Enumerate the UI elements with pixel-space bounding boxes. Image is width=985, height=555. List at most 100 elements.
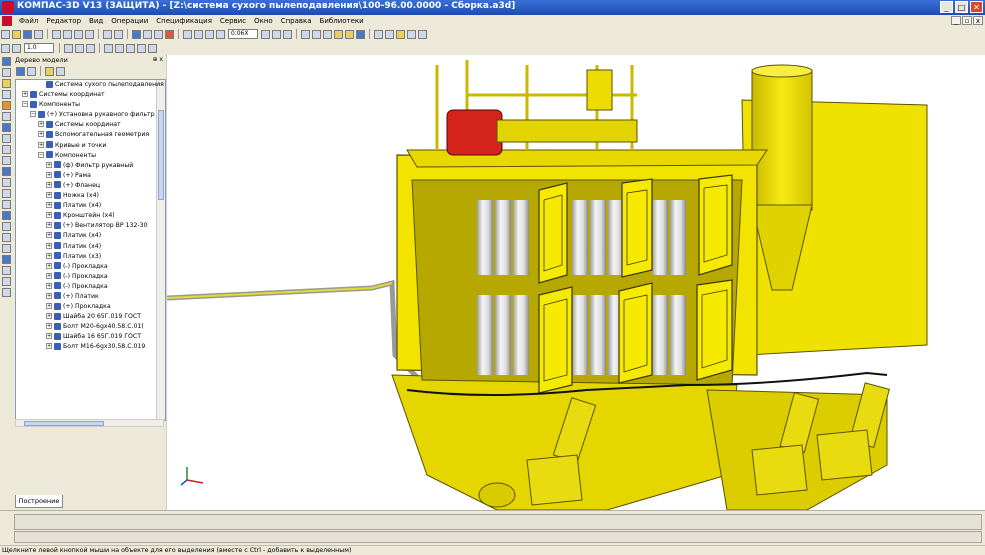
array-icon[interactable] xyxy=(2,134,11,143)
maximize-button[interactable]: □ xyxy=(955,1,968,13)
tree-item[interactable]: + (ф) Фильтр рукавный xyxy=(16,161,165,171)
tree-item[interactable]: + Платик (x4) xyxy=(16,242,165,252)
local-cs-icon[interactable] xyxy=(75,43,84,53)
redo-icon[interactable] xyxy=(114,29,123,39)
cursor-step-input[interactable]: 1.0 xyxy=(24,43,54,53)
ortho-icon[interactable] xyxy=(86,43,95,53)
expand-icon[interactable]: + xyxy=(46,232,52,239)
scroll-thumb[interactable] xyxy=(24,421,104,426)
highlight-icon[interactable] xyxy=(396,29,405,39)
panel-pin-close-icons[interactable]: ⊕ x xyxy=(153,55,164,65)
zoom-input[interactable]: 0.06X xyxy=(228,29,258,39)
preview-icon[interactable] xyxy=(52,29,61,39)
menu-specification[interactable]: Спецификация xyxy=(152,17,216,25)
tree-item[interactable]: + Вспомогательная геометрия xyxy=(16,130,165,140)
doc-minimize-button[interactable]: _ xyxy=(951,16,961,25)
selection-filter-icon[interactable] xyxy=(2,200,11,209)
tree-item[interactable]: + Ножка (x4) xyxy=(16,191,165,201)
orientation-icon[interactable] xyxy=(374,29,383,39)
menu-window[interactable]: Окно xyxy=(250,17,277,25)
menu-view[interactable]: Вид xyxy=(85,17,107,25)
expand-icon[interactable]: + xyxy=(46,292,52,299)
help-icon[interactable] xyxy=(165,29,174,39)
model-viewport[interactable] xyxy=(167,55,985,510)
menu-edit[interactable]: Редактор xyxy=(42,17,85,25)
expand-icon[interactable]: + xyxy=(46,222,52,229)
perspective-icon[interactable] xyxy=(356,29,365,39)
open-folder-icon[interactable] xyxy=(12,29,21,39)
zoom-window-icon[interactable] xyxy=(183,29,192,39)
tree-item[interactable]: + Системы координат xyxy=(16,90,165,100)
paste-icon[interactable] xyxy=(85,29,94,39)
refresh-icon[interactable] xyxy=(137,43,146,53)
expand-icon[interactable]: + xyxy=(46,202,52,209)
tools-icon[interactable] xyxy=(2,288,11,297)
tree-horizontal-scrollbar[interactable] xyxy=(15,419,164,427)
tree-item[interactable]: + (-) Прокладка xyxy=(16,262,165,272)
undo-icon[interactable] xyxy=(103,29,112,39)
tree-item[interactable]: + (+) Платик xyxy=(16,292,165,302)
grid-icon[interactable] xyxy=(1,43,10,53)
expand-icon[interactable]: + xyxy=(46,212,52,219)
spatial-curves-icon[interactable] xyxy=(2,112,11,121)
mate-icon[interactable] xyxy=(2,79,11,88)
menu-libraries[interactable]: Библиотеки xyxy=(316,17,368,25)
copy-icon[interactable] xyxy=(74,29,83,39)
doc-restore-button[interactable]: ▫ xyxy=(962,16,972,25)
expand-icon[interactable]: + xyxy=(38,141,44,148)
sheet-metal-icon[interactable] xyxy=(2,211,11,220)
thin-lines-icon[interactable] xyxy=(323,29,332,39)
snap-icon[interactable] xyxy=(64,43,73,53)
tree-item[interactable]: Система сухого пылеподавления (Тел-0 xyxy=(16,80,165,90)
shaded-icon[interactable] xyxy=(334,29,343,39)
menu-file[interactable]: Файл xyxy=(15,17,42,25)
tree-item[interactable]: + Кривые и точки xyxy=(16,141,165,151)
pan-icon[interactable] xyxy=(272,29,281,39)
document-icon[interactable] xyxy=(2,16,12,26)
tree-item[interactable]: − Компоненты xyxy=(16,151,165,161)
designations-icon[interactable] xyxy=(2,156,11,165)
pipeline-icon[interactable] xyxy=(2,222,11,231)
model-tree-list[interactable]: Система сухого пылеподавления (Тел-0 + Сис… xyxy=(15,79,166,421)
view-front-icon[interactable] xyxy=(104,43,113,53)
options-icon[interactable] xyxy=(418,29,427,39)
assembly-3d-model[interactable] xyxy=(167,55,985,510)
save-icon[interactable] xyxy=(23,29,32,39)
expand-icon[interactable]: + xyxy=(38,121,44,128)
zoom-in-icon[interactable] xyxy=(194,29,203,39)
rotate-icon[interactable] xyxy=(283,29,292,39)
tree-item[interactable]: + Системы координат xyxy=(16,120,165,130)
tree-item[interactable]: + (+) Вентилятор ВР 132-30 xyxy=(16,221,165,231)
menu-operations[interactable]: Операции xyxy=(107,17,152,25)
variables-icon[interactable] xyxy=(143,29,152,39)
wireframe-icon[interactable] xyxy=(301,29,310,39)
minimize-button[interactable]: _ xyxy=(940,1,953,13)
tree-filter-icon[interactable] xyxy=(56,66,65,76)
tree-item[interactable]: + (+) Фланец xyxy=(16,181,165,191)
measure-icon[interactable] xyxy=(148,43,157,53)
library-icon[interactable] xyxy=(154,29,163,39)
expand-icon[interactable]: + xyxy=(22,91,28,98)
tree-item[interactable]: + Платик (x4) xyxy=(16,201,165,211)
expand-icon[interactable]: + xyxy=(46,242,52,249)
edit-assembly-icon[interactable] xyxy=(2,57,11,66)
expand-icon[interactable]: + xyxy=(46,282,52,289)
tree-item[interactable]: + Кронштейн (x4) xyxy=(16,211,165,221)
expand-icon[interactable]: + xyxy=(46,171,52,178)
shaded-edges-icon[interactable] xyxy=(345,29,354,39)
collapse-icon[interactable]: − xyxy=(22,101,28,108)
print-icon[interactable] xyxy=(34,29,43,39)
ruler-icon[interactable] xyxy=(12,43,21,53)
expand-icon[interactable]: + xyxy=(46,323,52,330)
expand-icon[interactable]: + xyxy=(46,313,52,320)
manager-icon[interactable] xyxy=(132,29,141,39)
cable-icon[interactable] xyxy=(2,233,11,242)
tree-item[interactable]: + Болт М16-6gx30.58.С.019 xyxy=(16,342,165,352)
zoom-out-icon[interactable] xyxy=(205,29,214,39)
normal-to-icon[interactable] xyxy=(126,43,135,53)
tree-item[interactable]: + (+) Прокладка xyxy=(16,302,165,312)
reports-icon[interactable] xyxy=(2,189,11,198)
zoom-scale-icon[interactable] xyxy=(216,29,225,39)
diagnostics-icon[interactable] xyxy=(2,167,11,176)
tree-item[interactable]: − Компоненты xyxy=(16,100,165,110)
